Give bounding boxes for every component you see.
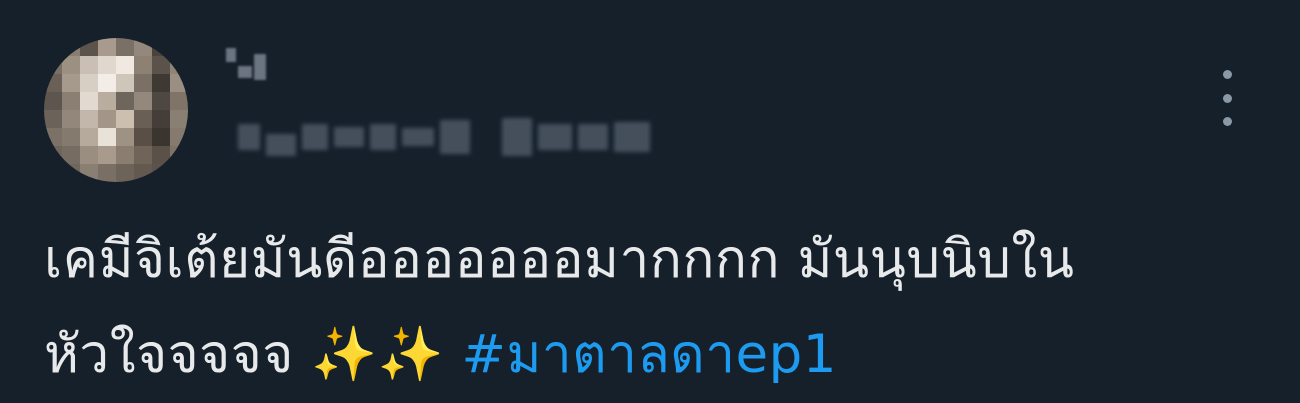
avatar-pixel — [44, 110, 62, 128]
avatar-pixel — [44, 38, 62, 56]
avatar-pixel — [44, 128, 62, 146]
avatar-pixel — [44, 92, 62, 110]
avatar-pixel — [98, 164, 116, 182]
avatar-pixel — [116, 146, 134, 164]
hashtag-link[interactable]: #มาตาลดาep1 — [462, 324, 837, 385]
avatar-pixel — [134, 146, 152, 164]
avatar-pixel — [62, 164, 80, 182]
avatar-pixel — [80, 164, 98, 182]
avatar-pixel — [170, 56, 188, 74]
avatar-pixel — [98, 128, 116, 146]
avatar-pixel — [80, 56, 98, 74]
avatar-pixel — [116, 56, 134, 74]
more-options-button[interactable] — [1212, 70, 1242, 126]
avatar-pixel — [116, 38, 134, 56]
avatar-pixel — [62, 56, 80, 74]
avatar-pixel — [116, 74, 134, 92]
avatar-pixel — [80, 110, 98, 128]
avatar-pixel — [62, 38, 80, 56]
avatar-pixel — [98, 92, 116, 110]
avatar-pixel — [116, 128, 134, 146]
avatar-pixel — [62, 128, 80, 146]
avatar-pixel — [44, 146, 62, 164]
avatar-pixel — [152, 92, 170, 110]
vertical-ellipsis-icon — [1222, 93, 1232, 103]
avatar-pixel — [80, 92, 98, 110]
avatar-pixel — [62, 74, 80, 92]
avatar-pixel — [98, 110, 116, 128]
avatar-pixel — [44, 164, 62, 182]
avatar-pixel — [134, 92, 152, 110]
vertical-ellipsis-icon — [1222, 70, 1232, 79]
tweet-card[interactable]: เคมีจิเต้ยมันดีอออออออมากกกก มันนุบนิบใน… — [0, 0, 1300, 403]
avatar-pixel — [98, 74, 116, 92]
username-handle-pixelated[interactable] — [238, 112, 650, 162]
avatar-pixel — [170, 164, 188, 182]
vertical-ellipsis-icon — [1222, 117, 1232, 126]
avatar-pixel — [80, 128, 98, 146]
tweet-text-line-1: เคมีจิเต้ยมันดีอออออออมากกกก มันนุบนิบใน — [44, 229, 1075, 290]
avatar-pixel — [134, 56, 152, 74]
avatar-pixel — [62, 92, 80, 110]
avatar-pixel — [116, 110, 134, 128]
avatar-pixel — [116, 92, 134, 110]
avatar-pixel — [170, 146, 188, 164]
avatar-pixel — [80, 38, 98, 56]
avatar-pixel — [134, 74, 152, 92]
avatar-pixel — [80, 74, 98, 92]
avatar-pixel — [170, 92, 188, 110]
avatar-pixel — [62, 110, 80, 128]
avatar-pixel — [170, 74, 188, 92]
avatar-pixel — [152, 164, 170, 182]
avatar-pixel — [170, 128, 188, 146]
display-name-pixelated[interactable] — [226, 44, 266, 84]
avatar-pixel — [152, 146, 170, 164]
avatar-pixel — [44, 74, 62, 92]
avatar-pixel — [98, 38, 116, 56]
avatar-pixel — [134, 164, 152, 182]
avatar-pixel — [62, 146, 80, 164]
avatar-pixel — [170, 38, 188, 56]
avatar-pixel — [152, 38, 170, 56]
avatar-pixel — [134, 110, 152, 128]
avatar-pixel — [116, 164, 134, 182]
avatar-pixel — [170, 110, 188, 128]
avatar-pixel — [134, 128, 152, 146]
avatar-pixel — [44, 56, 62, 74]
avatar-pixel — [152, 128, 170, 146]
tweet-text: เคมีจิเต้ยมันดีอออออออมากกกก มันนุบนิบใน… — [44, 212, 1224, 402]
avatar-pixel — [98, 56, 116, 74]
avatar-pixel — [152, 110, 170, 128]
avatar-pixel — [152, 74, 170, 92]
sparkles-emoji: ✨✨ — [311, 324, 445, 385]
tweet-text-line-2: หัวใจจจจจ — [44, 324, 312, 385]
avatar-pixel — [98, 146, 116, 164]
avatar-pixel — [80, 146, 98, 164]
avatar-pixel — [152, 56, 170, 74]
avatar-pixel — [134, 38, 152, 56]
avatar[interactable] — [44, 38, 188, 182]
